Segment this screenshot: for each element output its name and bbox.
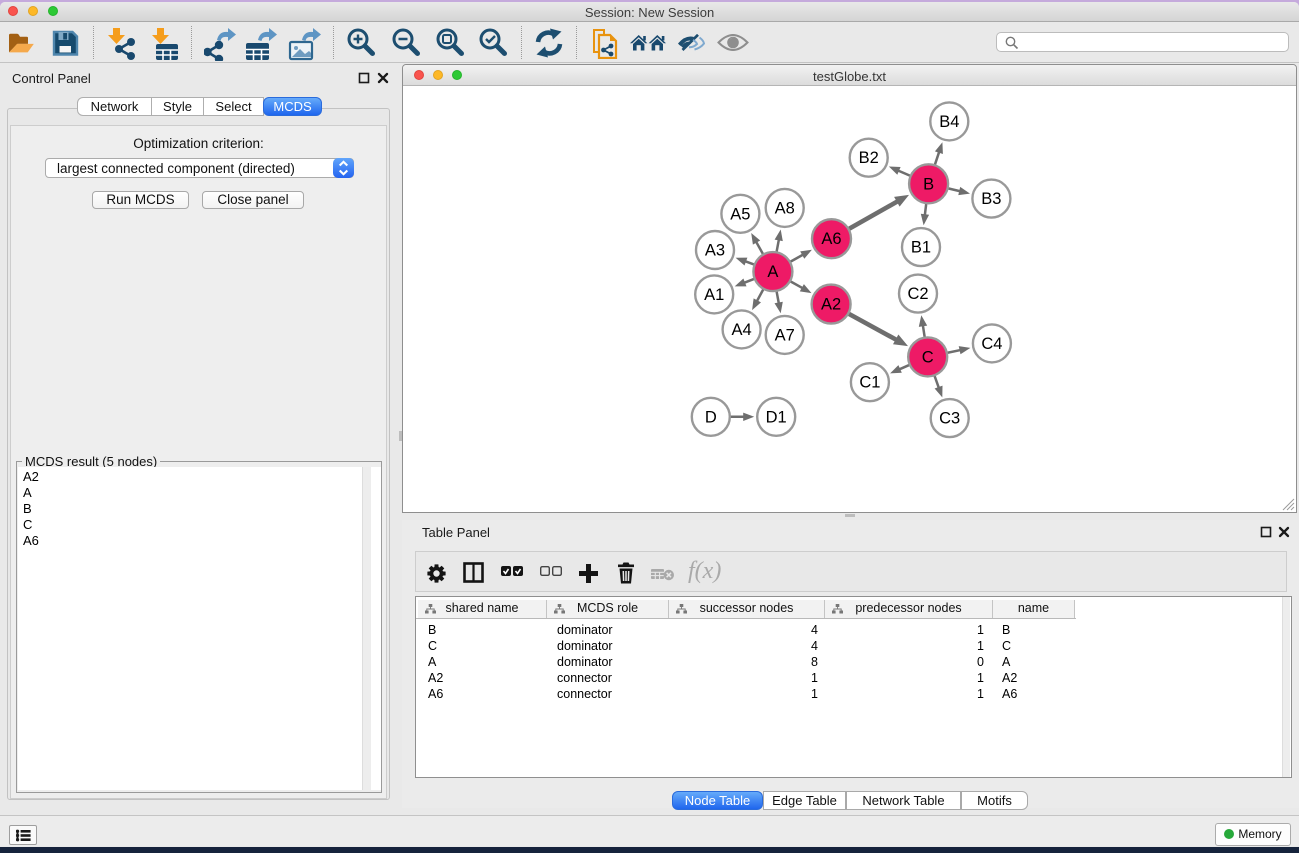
svg-text:A4: A4 xyxy=(732,321,752,339)
svg-text:A: A xyxy=(767,263,778,281)
svg-text:C1: C1 xyxy=(859,374,880,392)
svg-text:C2: C2 xyxy=(907,285,928,303)
svg-text:C: C xyxy=(922,348,934,366)
svg-text:B: B xyxy=(923,175,934,193)
svg-text:A3: A3 xyxy=(705,242,725,260)
svg-text:A2: A2 xyxy=(821,296,841,314)
svg-text:B4: B4 xyxy=(939,113,959,131)
svg-text:B1: B1 xyxy=(911,239,931,257)
svg-text:A6: A6 xyxy=(821,230,841,248)
svg-text:B3: B3 xyxy=(981,190,1001,208)
svg-text:C4: C4 xyxy=(981,335,1002,353)
svg-text:A8: A8 xyxy=(775,199,795,217)
svg-text:A7: A7 xyxy=(775,326,795,344)
svg-text:B2: B2 xyxy=(859,149,879,167)
svg-text:A5: A5 xyxy=(730,205,750,223)
svg-text:C3: C3 xyxy=(939,410,960,428)
svg-text:D: D xyxy=(705,408,717,426)
svg-text:A1: A1 xyxy=(704,286,724,304)
svg-text:D1: D1 xyxy=(766,408,787,426)
